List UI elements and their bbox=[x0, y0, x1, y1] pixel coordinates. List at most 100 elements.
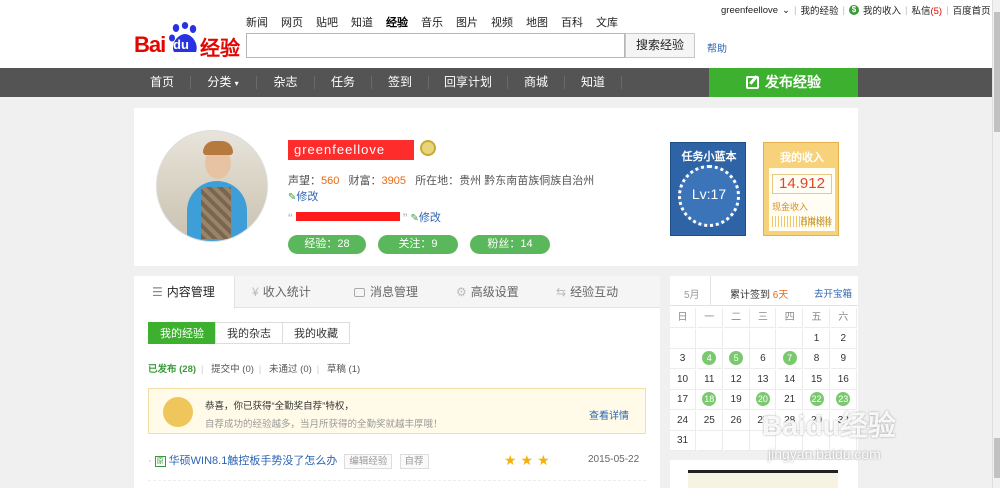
calendar-day[interactable]: 3 bbox=[670, 349, 696, 369]
edit-article-button[interactable]: 编辑经验 bbox=[344, 454, 393, 469]
calendar-day[interactable]: 16 bbox=[830, 369, 857, 390]
calendar-day[interactable]: 17 bbox=[670, 390, 696, 410]
original-tag: 原 bbox=[154, 456, 166, 467]
tab-label: 收入统计 bbox=[262, 285, 311, 299]
avatar[interactable] bbox=[156, 130, 268, 242]
location-value: 贵州 黔东南苗族侗族自治州 bbox=[459, 175, 595, 187]
main-nav-magazine[interactable]: 杂志 bbox=[257, 68, 314, 97]
article-title-link[interactable]: 华硕WIN8.1触控板手势没了怎么办 bbox=[169, 455, 338, 467]
ad-stripe bbox=[688, 470, 838, 488]
chevron-down-icon[interactable]: ⌄ bbox=[782, 5, 790, 16]
checked-day: 5 bbox=[729, 351, 744, 365]
calendar-day[interactable]: 18 bbox=[696, 390, 723, 410]
publish-label: 发布经验 bbox=[765, 74, 821, 90]
following-count-pill[interactable]: 关注：9 bbox=[378, 235, 458, 254]
top-nav-wenku[interactable]: 文库 bbox=[596, 14, 618, 30]
main-nav-category[interactable]: 分类 ▾ bbox=[191, 68, 255, 97]
main-nav-huixiang[interactable]: 回享计划 bbox=[429, 68, 507, 97]
calendar-day[interactable]: 11 bbox=[696, 369, 723, 390]
calendar-day[interactable]: 25 bbox=[696, 410, 723, 431]
calendar-day[interactable]: 15 bbox=[804, 369, 830, 390]
income-amount: 14.912 bbox=[772, 174, 832, 194]
open-treasure-link[interactable]: 去开宝箱 bbox=[814, 286, 852, 300]
publish-button[interactable]: 发布经验 bbox=[709, 68, 858, 97]
main-nav-zhidao[interactable]: 知道 bbox=[565, 68, 621, 97]
calendar-day[interactable]: 19 bbox=[723, 390, 750, 410]
top-nav-images[interactable]: 图片 bbox=[456, 14, 478, 30]
top-nav-web[interactable]: 网页 bbox=[281, 14, 303, 30]
calendar-day[interactable]: 1 bbox=[804, 328, 830, 349]
top-nav-zhidao[interactable]: 知道 bbox=[351, 14, 373, 30]
baidu-home-link[interactable]: 百度首页 bbox=[953, 3, 991, 17]
calendar-day[interactable]: 14 bbox=[777, 369, 804, 390]
messages-link[interactable]: 私信(5) bbox=[911, 3, 942, 17]
ad-banner[interactable] bbox=[670, 460, 858, 488]
scrollbar-thumb-lower bbox=[994, 438, 1000, 478]
bullet: · bbox=[148, 455, 152, 467]
top-nav-map[interactable]: 地图 bbox=[526, 14, 548, 30]
filter-rejected[interactable]: 未通过 (0) bbox=[269, 364, 312, 375]
calendar-day[interactable]: 8 bbox=[804, 349, 830, 369]
profile-username: greenfeellove bbox=[288, 140, 414, 160]
jingyan-count-pill[interactable]: 经验：28 bbox=[288, 235, 366, 254]
calendar-day[interactable]: 4 bbox=[696, 349, 723, 369]
user-bar: greenfeellove ⌄ | 我的经验 | $ 我的收入 | 私信(5) … bbox=[721, 3, 991, 18]
calendar-day[interactable]: 2 bbox=[830, 328, 857, 349]
subtab-my-jingyan[interactable]: 我的经验 bbox=[148, 322, 216, 344]
modify-signature-link[interactable]: 修改 bbox=[419, 212, 441, 224]
filter-published[interactable]: 已发布 (28) bbox=[148, 364, 196, 375]
recommend-button[interactable]: 自荐 bbox=[399, 454, 429, 469]
calendar-day[interactable]: 13 bbox=[750, 369, 777, 390]
tab-content-management[interactable]: ☰ 内容管理 bbox=[134, 276, 235, 309]
calendar-day[interactable]: 7 bbox=[777, 349, 804, 369]
top-nav-news[interactable]: 新闻 bbox=[246, 14, 268, 30]
tab-label: 内容管理 bbox=[166, 285, 215, 299]
tab-income-stats[interactable]: ¥ 收入统计 bbox=[252, 276, 342, 308]
my-income-link[interactable]: 我的收入 bbox=[863, 3, 901, 17]
calendar-day[interactable]: 26 bbox=[723, 410, 750, 431]
task-book-card[interactable]: 任务小蓝本 Lv:17 bbox=[670, 142, 746, 236]
calendar-day[interactable]: 12 bbox=[723, 369, 750, 390]
username-link[interactable]: greenfeellove bbox=[721, 5, 778, 16]
top-nav-tieba[interactable]: 贴吧 bbox=[316, 14, 338, 30]
scrollbar[interactable] bbox=[992, 0, 1000, 488]
baidu-jingyan-logo[interactable]: Bai du 经验 bbox=[134, 22, 240, 62]
top-nav-music[interactable]: 音乐 bbox=[421, 14, 443, 30]
main-nav-home[interactable]: 首页 bbox=[134, 68, 190, 97]
calendar-day[interactable]: 6 bbox=[750, 349, 777, 369]
level-value: Lv:17 bbox=[691, 186, 727, 202]
search-button[interactable]: 搜索经验 bbox=[625, 33, 695, 58]
top-nav-jingyan[interactable]: 经验 bbox=[386, 14, 408, 30]
search-input[interactable] bbox=[246, 33, 625, 58]
top-nav: 新闻 网页 贴吧 知道 经验 音乐 图片 视频 地图 百科 文库 bbox=[246, 14, 618, 30]
tab-interaction[interactable]: ⇆ 经验互动 bbox=[556, 276, 656, 308]
calendar-day[interactable]: 24 bbox=[670, 410, 696, 431]
logo-jingyan-text: 经验 bbox=[200, 36, 240, 60]
chevron-down-icon: ▾ bbox=[234, 79, 239, 88]
scrollbar-thumb[interactable] bbox=[994, 12, 1000, 132]
calendar-day[interactable]: 9 bbox=[830, 349, 857, 369]
income-title: 我的收入 bbox=[780, 152, 824, 164]
fans-count-pill[interactable]: 粉丝：14 bbox=[470, 235, 550, 254]
calendar-day[interactable]: 10 bbox=[670, 369, 696, 390]
income-card[interactable]: 我的收入 14.912 现金收入 百度经验 bbox=[763, 142, 839, 236]
help-link[interactable]: 帮助 bbox=[707, 40, 727, 55]
modify-location-link[interactable]: 修改 bbox=[296, 191, 318, 203]
calendar-day[interactable]: 31 bbox=[670, 431, 696, 451]
top-nav-video[interactable]: 视频 bbox=[491, 14, 513, 30]
subtab-my-magazine[interactable]: 我的杂志 bbox=[215, 322, 283, 344]
my-jingyan-link[interactable]: 我的经验 bbox=[800, 3, 838, 17]
gear-icon: ⚙ bbox=[456, 285, 467, 299]
filter-pending[interactable]: 提交中 (0) bbox=[211, 364, 254, 375]
main-nav-tasks[interactable]: 任务 bbox=[315, 68, 371, 97]
tab-advanced-settings[interactable]: ⚙ 高级设置 bbox=[456, 276, 546, 308]
top-nav-baike[interactable]: 百科 bbox=[561, 14, 583, 30]
subtab-my-favorites[interactable]: 我的收藏 bbox=[282, 322, 350, 344]
main-nav-mall[interactable]: 商城 bbox=[508, 68, 564, 97]
profile-card: greenfeellove 声望：560 财富：3905 所在地：贵州 黔东南苗… bbox=[134, 108, 858, 266]
calendar-day[interactable]: 5 bbox=[723, 349, 750, 369]
view-details-link[interactable]: 查看详情 bbox=[589, 407, 629, 422]
tab-messages[interactable]: 消息管理 bbox=[354, 276, 446, 308]
filter-draft[interactable]: 草稿 (1) bbox=[327, 364, 360, 375]
main-nav-signin[interactable]: 签到 bbox=[372, 68, 428, 97]
